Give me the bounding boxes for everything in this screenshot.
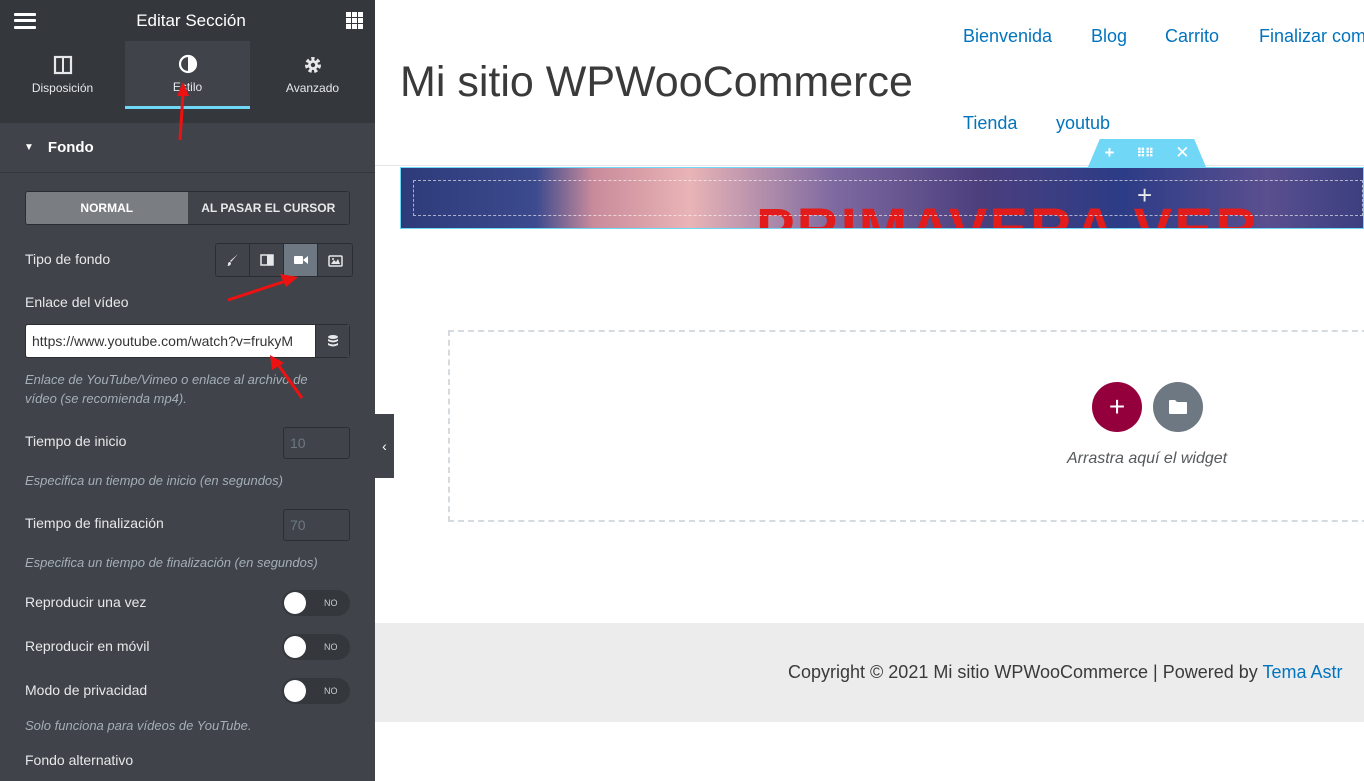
video-icon[interactable] — [284, 244, 318, 276]
tab-estilo[interactable]: Estilo — [125, 41, 250, 109]
slideshow-icon[interactable] — [318, 244, 352, 276]
switch-knob — [284, 592, 306, 614]
video-link-field: https://www.youtube.com/watch?v=frukyM — [25, 324, 350, 358]
widget-dropzone[interactable] — [448, 330, 1364, 522]
video-link-help: Enlace de YouTube/Vimeo o enlace al arch… — [25, 372, 308, 406]
tab-label: Estilo — [172, 79, 203, 94]
panel-tabs: Disposición Estilo Avanzado — [0, 41, 375, 109]
brush-icon[interactable] — [216, 244, 250, 276]
tab-disposicion[interactable]: Disposición — [0, 41, 125, 109]
template-library-button[interactable] — [1153, 382, 1203, 432]
play-once-label: Reproducir una vez — [25, 594, 147, 610]
nav-tienda[interactable]: Tienda — [963, 113, 1017, 134]
panel-header: Editar Sección — [0, 0, 375, 41]
end-time-label: Tiempo de finalización — [25, 515, 164, 531]
nav-blog[interactable]: Blog — [1091, 26, 1127, 47]
delete-section-icon[interactable]: ✕ — [1175, 143, 1189, 163]
chevron-left-icon: ‹ — [382, 438, 387, 454]
gear-icon — [304, 57, 321, 73]
theme-link[interactable]: Tema Astr — [1262, 662, 1342, 682]
play-mobile-switch[interactable]: NO — [282, 634, 350, 660]
nav-bienvenida[interactable]: Bienvenida — [963, 26, 1052, 47]
half-circle-icon — [178, 54, 197, 73]
nav-finalizar-compra[interactable]: Finalizar com — [1259, 26, 1364, 47]
section-title: Fondo — [47, 139, 94, 156]
switch-knob — [284, 680, 306, 702]
hamburger-menu-icon[interactable] — [14, 12, 36, 29]
end-time-help: Especifica un tiempo de finalización (en… — [25, 555, 318, 570]
start-time-label: Tiempo de inicio — [25, 433, 127, 449]
divider — [0, 109, 375, 123]
site-title[interactable]: Mi sitio WPWooCommerce — [400, 58, 913, 107]
section-handle[interactable]: + ⠿⠿ ✕ — [1088, 139, 1206, 167]
nav-carrito[interactable]: Carrito — [1165, 26, 1219, 47]
folder-icon — [1169, 400, 1187, 414]
state-hover-button[interactable]: AL PASAR EL CURSOR — [187, 192, 349, 224]
editor-panel: Editar Sección Disposición Estilo Avanza… — [0, 0, 375, 781]
gradient-icon[interactable] — [250, 244, 284, 276]
state-toggle: NORMAL AL PASAR EL CURSOR — [25, 191, 350, 225]
privacy-mode-switch[interactable]: NO — [282, 678, 350, 704]
copyright-text: Copyright © 2021 Mi sitio WPWooCommerce … — [788, 662, 1343, 683]
tab-label: Disposición — [31, 81, 94, 95]
start-time-help: Especifica un tiempo de inicio (en segun… — [25, 473, 283, 488]
caret-down-icon: ▼ — [24, 142, 34, 153]
panel-title: Editar Sección — [136, 10, 246, 30]
background-type-choices — [215, 243, 353, 277]
video-background-section[interactable]: PRIMAVERA VER + — [400, 167, 1364, 229]
switch-knob — [284, 636, 306, 658]
add-section-button[interactable]: + — [1092, 382, 1142, 432]
add-section-icon[interactable]: + — [1105, 143, 1115, 163]
copyright-label: Copyright © 2021 Mi sitio WPWooCommerce … — [788, 662, 1258, 682]
switch-text: NO — [324, 686, 338, 696]
switch-text: NO — [324, 642, 338, 652]
fallback-label: Fondo alternativo — [25, 752, 134, 768]
privacy-help: Solo funciona para vídeos de YouTube. — [25, 718, 252, 733]
widgets-grid-icon[interactable] — [346, 12, 363, 29]
background-type-label: Tipo de fondo — [25, 251, 111, 267]
layout-icon — [53, 55, 72, 75]
dropzone-hint: Arrastra aquí el widget — [1067, 450, 1228, 467]
nav-youtube[interactable]: youtub — [1056, 113, 1110, 134]
state-normal-button[interactable]: NORMAL — [26, 192, 188, 224]
end-time-input[interactable]: 70 — [283, 509, 350, 541]
switch-text: NO — [324, 598, 338, 608]
empty-column[interactable] — [413, 180, 1363, 216]
play-once-switch[interactable]: NO — [282, 590, 350, 616]
start-time-input[interactable]: 10 — [283, 427, 350, 459]
video-link-label: Enlace del vídeo — [25, 294, 129, 310]
dynamic-tags-icon[interactable] — [315, 325, 349, 357]
tab-avanzado[interactable]: Avanzado — [250, 41, 375, 109]
collapse-panel-button[interactable]: ‹ — [375, 414, 394, 478]
play-mobile-label: Reproducir en móvil — [25, 638, 150, 654]
drag-handle-icon[interactable]: ⠿⠿ — [1136, 146, 1154, 160]
tab-label: Avanzado — [285, 81, 340, 95]
video-link-input[interactable]: https://www.youtube.com/watch?v=frukyM — [26, 325, 315, 357]
section-fondo-header[interactable]: ▼ Fondo — [0, 123, 375, 173]
add-widget-plus-icon[interactable]: + — [1137, 182, 1152, 208]
header-divider — [375, 165, 1364, 166]
privacy-mode-label: Modo de privacidad — [25, 682, 148, 698]
